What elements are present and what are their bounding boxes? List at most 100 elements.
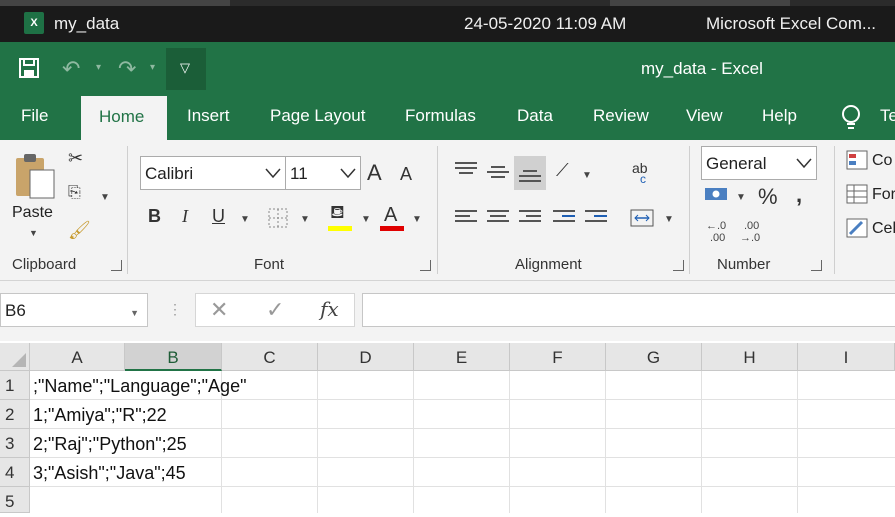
redo-icon[interactable]: ↷	[118, 56, 136, 82]
redo-dropdown-icon[interactable]: ▾	[150, 62, 155, 73]
tell-me-label[interactable]: Te	[880, 106, 895, 126]
cell-a1[interactable]: ;"Name";"Language";"Age"	[33, 376, 246, 397]
grid-line	[30, 399, 895, 400]
formula-input[interactable]	[362, 293, 895, 327]
chevron-down-icon: ▼	[130, 308, 139, 318]
fill-color-icon[interactable]: ⛾	[330, 202, 345, 226]
font-color-dropdown-icon[interactable]: ▼	[412, 214, 422, 225]
align-middle-icon[interactable]	[487, 166, 509, 180]
undo-icon[interactable]: ↶	[62, 56, 80, 82]
tab-help[interactable]: Help	[762, 106, 797, 126]
bold-button[interactable]: B	[148, 206, 161, 227]
chevron-down-icon	[796, 158, 812, 169]
align-bottom-button[interactable]	[514, 156, 546, 190]
tab-formulas[interactable]: Formulas	[405, 106, 476, 126]
row-header[interactable]: 3	[0, 429, 30, 458]
row-header[interactable]: 4	[0, 458, 30, 487]
copy-icon[interactable]: ⎘	[68, 184, 81, 202]
column-header-b[interactable]: B	[125, 343, 222, 371]
cancel-icon[interactable]: ✕	[210, 297, 228, 323]
align-right-icon[interactable]	[519, 210, 541, 224]
number-launcher-icon[interactable]	[811, 260, 822, 271]
row-header[interactable]: 5	[0, 487, 30, 513]
font-size-combo[interactable]: 11	[285, 156, 361, 190]
column-header-c[interactable]: C	[222, 343, 318, 371]
cell-a2[interactable]: 1;"Amiya";"R";22	[33, 405, 167, 426]
tab-review[interactable]: Review	[593, 106, 649, 126]
orientation-dropdown-icon[interactable]: ▼	[582, 170, 592, 181]
column-header-g[interactable]: G	[606, 343, 702, 371]
accounting-format-icon[interactable]	[704, 186, 730, 204]
row-header[interactable]: 2	[0, 400, 30, 429]
column-header-d[interactable]: D	[318, 343, 414, 371]
merge-dropdown-icon[interactable]: ▼	[664, 214, 674, 225]
title-bar: ↶ ▾ ↷ ▾ ▽ my_data - Excel	[0, 42, 895, 94]
conditional-formatting-icon[interactable]	[846, 150, 868, 170]
tab-data[interactable]: Data	[517, 106, 553, 126]
font-color-icon[interactable]: A	[384, 204, 397, 227]
fill-color-dropdown-icon[interactable]: ▼	[361, 214, 371, 225]
tab-page-layout[interactable]: Page Layout	[270, 106, 365, 126]
decrease-indent-icon[interactable]	[553, 210, 575, 224]
formula-bar-resize-handle[interactable]: ⋮	[168, 301, 182, 318]
alignment-launcher-icon[interactable]	[673, 260, 684, 271]
tab-home[interactable]: Home	[81, 96, 167, 140]
cut-icon[interactable]: ✂	[68, 148, 83, 169]
font-name-combo[interactable]: Calibri	[140, 156, 286, 190]
format-painter-icon[interactable]: 🖌	[68, 220, 91, 241]
shrink-font-icon[interactable]: A	[400, 164, 412, 185]
format-as-table-label[interactable]: For	[872, 186, 895, 204]
conditional-formatting-label[interactable]: Co	[872, 152, 892, 170]
paste-dropdown-icon[interactable]: ▼	[29, 228, 38, 238]
cell-a4[interactable]: 3;"Asish";"Java";45	[33, 463, 186, 484]
enter-icon[interactable]: ✓	[266, 297, 284, 323]
cell-styles-icon[interactable]	[846, 218, 868, 238]
chevron-down-icon	[265, 168, 281, 179]
tab-insert[interactable]: Insert	[187, 106, 230, 126]
column-header-a[interactable]: A	[30, 343, 125, 371]
italic-button[interactable]: I	[182, 206, 188, 227]
number-format-combo[interactable]: General	[701, 146, 817, 180]
undo-dropdown-icon[interactable]: ▾	[96, 62, 101, 73]
increase-decimal-icon[interactable]: ←.0 .00	[706, 220, 734, 246]
paste-icon[interactable]	[12, 152, 58, 200]
tab-file[interactable]: File	[21, 106, 48, 126]
column-header-f[interactable]: F	[510, 343, 606, 371]
row-header[interactable]: 1	[0, 371, 30, 400]
name-box[interactable]: B6 ▼	[0, 293, 148, 327]
lightbulb-icon[interactable]	[840, 104, 862, 130]
explorer-file-row[interactable]: X my_data 24-05-2020 11:09 AM Microsoft …	[0, 0, 895, 42]
worksheet-grid[interactable]: A B C D E F G H I 1 2 3 4 5 ;"Name";"Lan…	[0, 343, 895, 513]
column-header-i[interactable]: I	[798, 343, 895, 371]
clipboard-launcher-icon[interactable]	[111, 260, 122, 271]
column-header-e[interactable]: E	[414, 343, 510, 371]
align-left-icon[interactable]	[455, 210, 477, 224]
customize-qat-button[interactable]: ▽	[166, 48, 206, 90]
cell-styles-label[interactable]: Cel	[872, 220, 895, 238]
font-launcher-icon[interactable]	[420, 260, 431, 271]
merge-center-icon[interactable]	[630, 208, 654, 228]
tab-view[interactable]: View	[686, 106, 723, 126]
copy-dropdown-icon[interactable]: ▼	[100, 192, 110, 203]
insert-function-icon[interactable]: fx	[320, 297, 339, 321]
percent-style-icon[interactable]: %	[758, 184, 778, 210]
grow-font-icon[interactable]: A	[367, 160, 382, 186]
orientation-icon[interactable]: ⟋	[556, 160, 569, 181]
format-as-table-icon[interactable]	[846, 184, 868, 204]
accounting-dropdown-icon[interactable]: ▼	[736, 192, 746, 203]
column-header-h[interactable]: H	[702, 343, 798, 371]
decrease-decimal-icon[interactable]: .00 →.0	[740, 220, 768, 246]
underline-button[interactable]: U	[212, 206, 225, 227]
align-top-icon[interactable]	[455, 162, 477, 176]
comma-style-icon[interactable]: ,	[796, 182, 802, 208]
underline-dropdown-icon[interactable]: ▼	[240, 214, 250, 225]
paste-button-label[interactable]: Paste	[12, 204, 53, 222]
font-color-swatch	[380, 226, 404, 231]
borders-dropdown-icon[interactable]: ▼	[300, 214, 310, 225]
increase-indent-icon[interactable]	[585, 210, 607, 224]
select-all-button[interactable]	[0, 343, 30, 371]
align-center-icon[interactable]	[487, 210, 509, 224]
save-icon[interactable]	[18, 57, 40, 79]
cell-a3[interactable]: 2;"Raj";"Python";25	[33, 434, 187, 455]
borders-icon[interactable]	[268, 208, 288, 228]
